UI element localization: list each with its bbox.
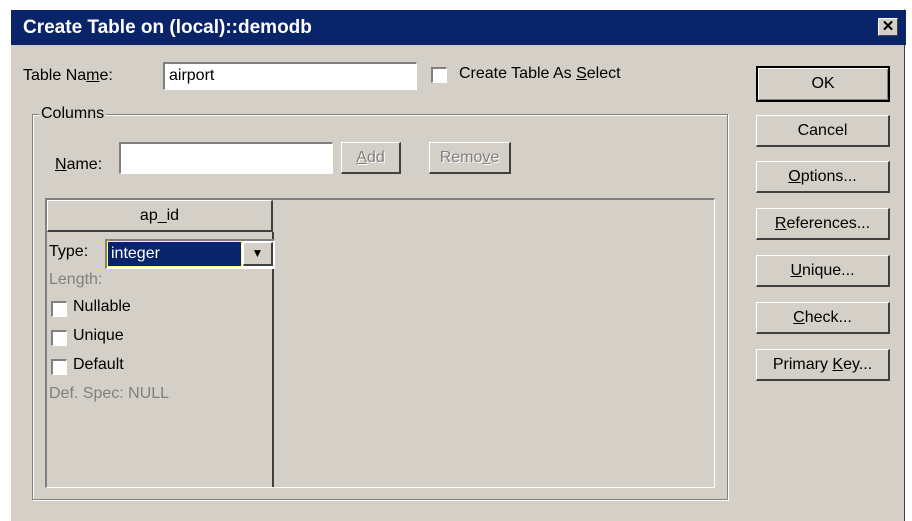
create-as-select-label[interactable]: Create Table As Select xyxy=(459,65,621,83)
unique-button[interactable]: Unique... xyxy=(756,255,890,287)
primary-key-button[interactable]: Primary Key... xyxy=(756,349,890,381)
options-button[interactable]: Options... xyxy=(756,161,890,193)
type-select-value[interactable]: integer xyxy=(107,241,242,267)
dropdown-arrow-icon[interactable]: ▼ xyxy=(243,242,273,266)
def-spec-label: Def. Spec: NULL xyxy=(49,385,170,402)
window-title: Create Table on (local)::demodb xyxy=(23,17,312,38)
create-table-dialog: Create Table on (local)::demodb ✕ Table … xyxy=(10,9,906,521)
table-name-label: Table Name: xyxy=(23,67,113,84)
nullable-checkbox[interactable] xyxy=(51,301,67,317)
add-column-button[interactable]: Add xyxy=(341,142,401,174)
length-label: Length: xyxy=(49,271,103,288)
column-name-input[interactable] xyxy=(119,142,333,174)
check-button[interactable]: Check... xyxy=(756,302,890,334)
default-checkbox[interactable] xyxy=(51,359,67,375)
close-button[interactable]: ✕ xyxy=(878,18,898,36)
column-header-ap-id[interactable]: ap_id xyxy=(47,200,273,232)
references-button[interactable]: References... xyxy=(756,208,890,240)
unique-label[interactable]: Unique xyxy=(73,327,124,345)
default-label[interactable]: Default xyxy=(73,356,124,374)
ok-button[interactable]: OK xyxy=(756,66,890,102)
type-select[interactable]: integer ▼ xyxy=(105,239,275,269)
columns-group-label: Columns xyxy=(39,105,107,123)
cancel-button[interactable]: Cancel xyxy=(756,115,890,147)
type-label: Type: xyxy=(49,243,89,260)
close-icon: ✕ xyxy=(881,18,895,35)
table-name-input[interactable]: airport xyxy=(163,62,417,90)
title-bar[interactable]: Create Table on (local)::demodb ✕ xyxy=(11,10,906,45)
create-as-select-checkbox[interactable] xyxy=(431,67,447,83)
nullable-label[interactable]: Nullable xyxy=(73,298,131,316)
unique-checkbox[interactable] xyxy=(51,330,67,346)
column-name-label: Name: xyxy=(55,156,103,173)
remove-column-button[interactable]: Remove xyxy=(429,142,511,174)
